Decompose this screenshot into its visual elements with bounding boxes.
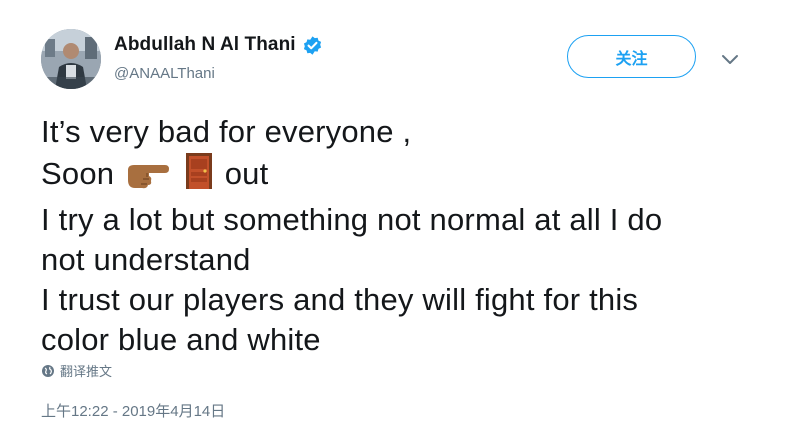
tweet-text: It’s very bad for everyone , Soon out I … [41, 112, 761, 360]
verified-badge-icon [302, 35, 323, 56]
tweet-text-fragment: Soon [41, 156, 115, 191]
chevron-down-icon[interactable] [721, 53, 739, 65]
tweet-text-line: Soon out [41, 152, 761, 200]
tweet-text-line: I trust our players and they will fight … [41, 282, 639, 317]
tweet-timestamp[interactable]: 上午12:22 - 2019年4月14日 [41, 400, 225, 421]
globe-icon [41, 364, 55, 378]
tweet-text-fragment: out [224, 156, 269, 191]
tweet-text-line: It’s very bad for everyone , [41, 114, 412, 149]
tweet-text-line: I try a lot but something not normal at … [41, 202, 663, 237]
avatar[interactable] [41, 29, 101, 89]
author-display-name[interactable]: Abdullah N Al Thani [114, 34, 296, 56]
author-handle[interactable]: @ANAALThani [114, 65, 215, 82]
user-avatar-icon [41, 29, 101, 89]
tweet-text-line: not understand [41, 242, 251, 277]
tweet-text-line: color blue and white [41, 322, 321, 357]
tweet-card: Abdullah N Al Thani @ANAALThani 关注 It’s … [0, 0, 789, 428]
author-name-row[interactable]: Abdullah N Al Thani [114, 34, 323, 56]
follow-button[interactable]: 关注 [567, 35, 696, 78]
translate-label[interactable]: 翻译推文 [60, 361, 112, 380]
door-icon [184, 152, 214, 200]
pointing-right-icon [125, 160, 171, 200]
translate-tweet-link[interactable]: 翻译推文 [41, 361, 112, 380]
